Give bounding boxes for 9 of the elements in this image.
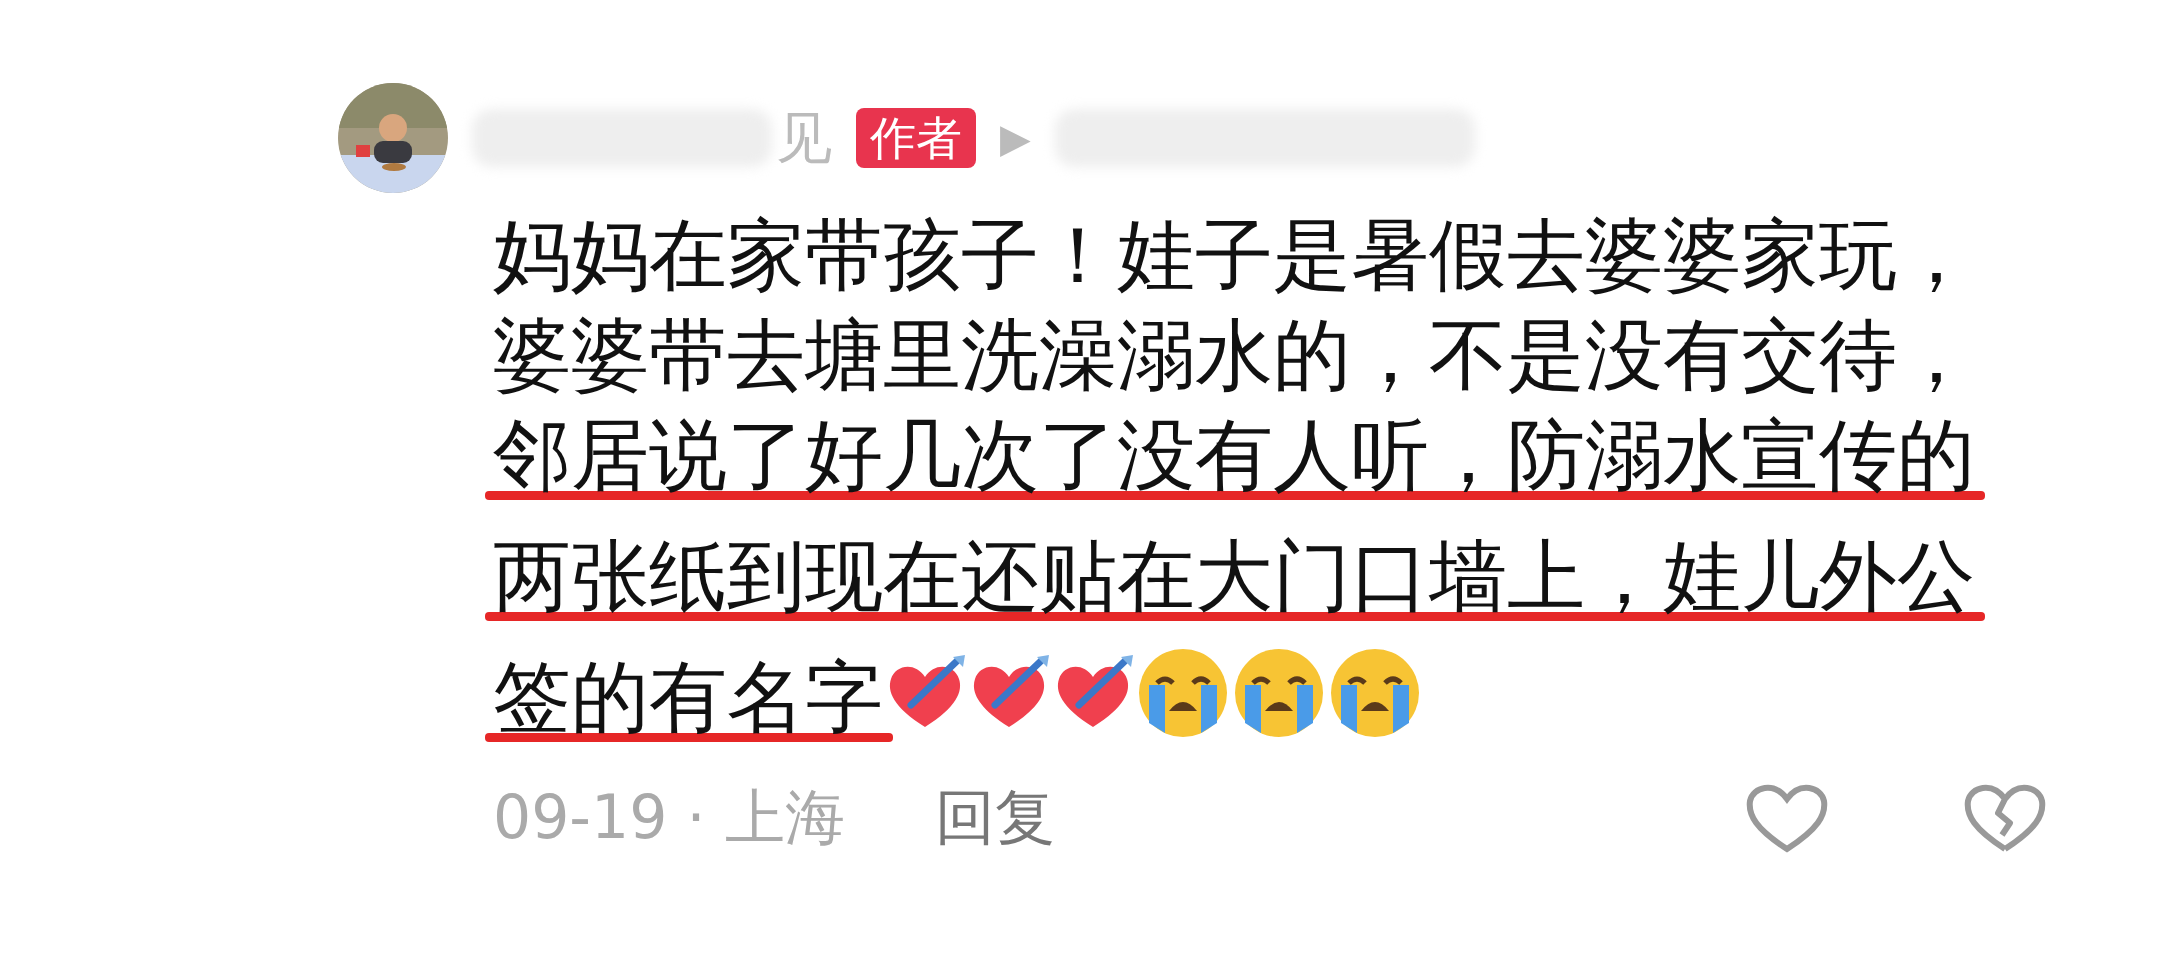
comment-meta: 09-19 · 上海 [493, 781, 845, 854]
author-badge: 作者 [856, 108, 976, 168]
comment-text: 邻居说了好几次了没有人听，防溺水宣传的 [493, 409, 1975, 502]
comment-text: 妈妈在家带孩子！娃子是暑假去婆婆家玩， [493, 209, 1975, 302]
comment-text: 两张纸到现在还贴在大门口墙上，娃儿外公 [493, 530, 1975, 623]
comment-text: 签的有名字 [493, 651, 883, 744]
reply-button[interactable]: 回复 [934, 772, 1055, 862]
reply-arrow: ▶ [1000, 118, 1031, 158]
comment-text: 婆婆带去塘里洗澡溺水的，不是没有交待， [493, 309, 1975, 402]
